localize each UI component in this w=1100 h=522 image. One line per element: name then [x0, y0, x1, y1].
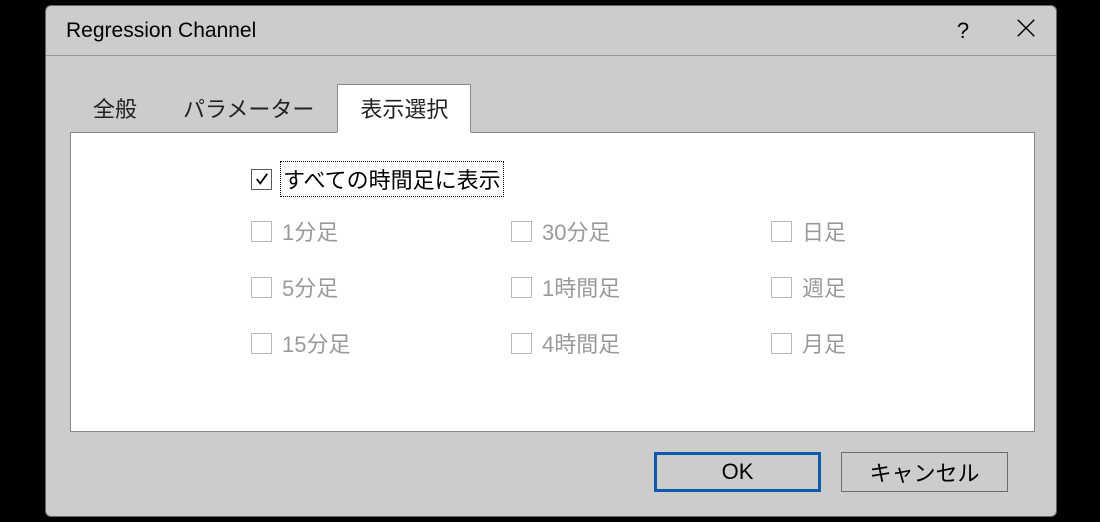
tf-15m-label: 15分足 — [282, 327, 350, 359]
tab-panel: すべての時間足に表示 1分足 30分足 日足 5分足 — [70, 132, 1035, 432]
tab-general[interactable]: 全般 — [70, 84, 160, 132]
timeframe-grid: 1分足 30分足 日足 5分足 1時間足 — [251, 211, 1034, 379]
tf-5m-label: 5分足 — [282, 271, 338, 303]
tab-display-selection[interactable]: 表示選択 — [337, 84, 471, 133]
tf-1m-row: 1分足 — [251, 215, 511, 247]
ok-button[interactable]: OK — [654, 452, 821, 492]
cancel-button-label: キャンセル — [869, 456, 979, 488]
tf-30m-checkbox[interactable] — [511, 221, 532, 242]
tf-weekly-label: 週足 — [802, 271, 846, 303]
tf-15m-checkbox[interactable] — [251, 333, 272, 354]
cancel-button[interactable]: キャンセル — [841, 452, 1008, 492]
tf-monthly-label: 月足 — [802, 327, 846, 359]
tf-monthly-row: 月足 — [771, 327, 991, 359]
tf-daily-checkbox[interactable] — [771, 221, 792, 242]
tf-5m-row: 5分足 — [251, 271, 511, 303]
dialog-window: Regression Channel ? 全般 パラメーター 表示選択 — [45, 5, 1057, 517]
all-timeframes-checkbox[interactable] — [251, 169, 272, 190]
all-timeframes-label: すべての時間足に表示 — [282, 163, 502, 195]
tf-4h-checkbox[interactable] — [511, 333, 532, 354]
ok-button-label: OK — [722, 459, 754, 485]
tf-1h-checkbox[interactable] — [511, 277, 532, 298]
tab-label: 全般 — [93, 97, 137, 122]
dialog-title: Regression Channel — [66, 19, 938, 43]
tf-monthly-checkbox[interactable] — [771, 333, 792, 354]
tf-1h-row: 1時間足 — [511, 271, 771, 303]
tf-weekly-row: 週足 — [771, 271, 991, 303]
tf-daily-row: 日足 — [771, 215, 991, 247]
tab-parameters[interactable]: パラメーター — [160, 84, 337, 132]
tf-1h-label: 1時間足 — [542, 271, 620, 303]
tf-4h-label: 4時間足 — [542, 327, 620, 359]
close-icon — [1015, 17, 1037, 39]
tab-label: 表示選択 — [360, 97, 448, 122]
tf-weekly-checkbox[interactable] — [771, 277, 792, 298]
tf-daily-label: 日足 — [802, 215, 846, 247]
dialog-content: 全般 パラメーター 表示選択 すべての時間足に表示 — [46, 56, 1056, 492]
titlebar: Regression Channel ? — [46, 6, 1056, 56]
close-button[interactable] — [996, 17, 1056, 44]
tf-30m-row: 30分足 — [511, 215, 771, 247]
check-icon — [255, 172, 269, 186]
dialog-footer: OK キャンセル — [70, 432, 1032, 492]
tab-label: パラメーター — [183, 97, 314, 122]
tf-15m-row: 15分足 — [251, 327, 511, 359]
titlebar-controls: ? — [938, 6, 1056, 55]
tf-1m-checkbox[interactable] — [251, 221, 272, 242]
tf-1m-label: 1分足 — [282, 215, 338, 247]
tf-5m-checkbox[interactable] — [251, 277, 272, 298]
all-timeframes-row: すべての時間足に表示 — [251, 163, 1034, 195]
help-button[interactable]: ? — [938, 18, 988, 44]
tf-4h-row: 4時間足 — [511, 327, 771, 359]
tab-bar: 全般 パラメーター 表示選択 — [70, 84, 1032, 132]
tf-30m-label: 30分足 — [542, 215, 610, 247]
